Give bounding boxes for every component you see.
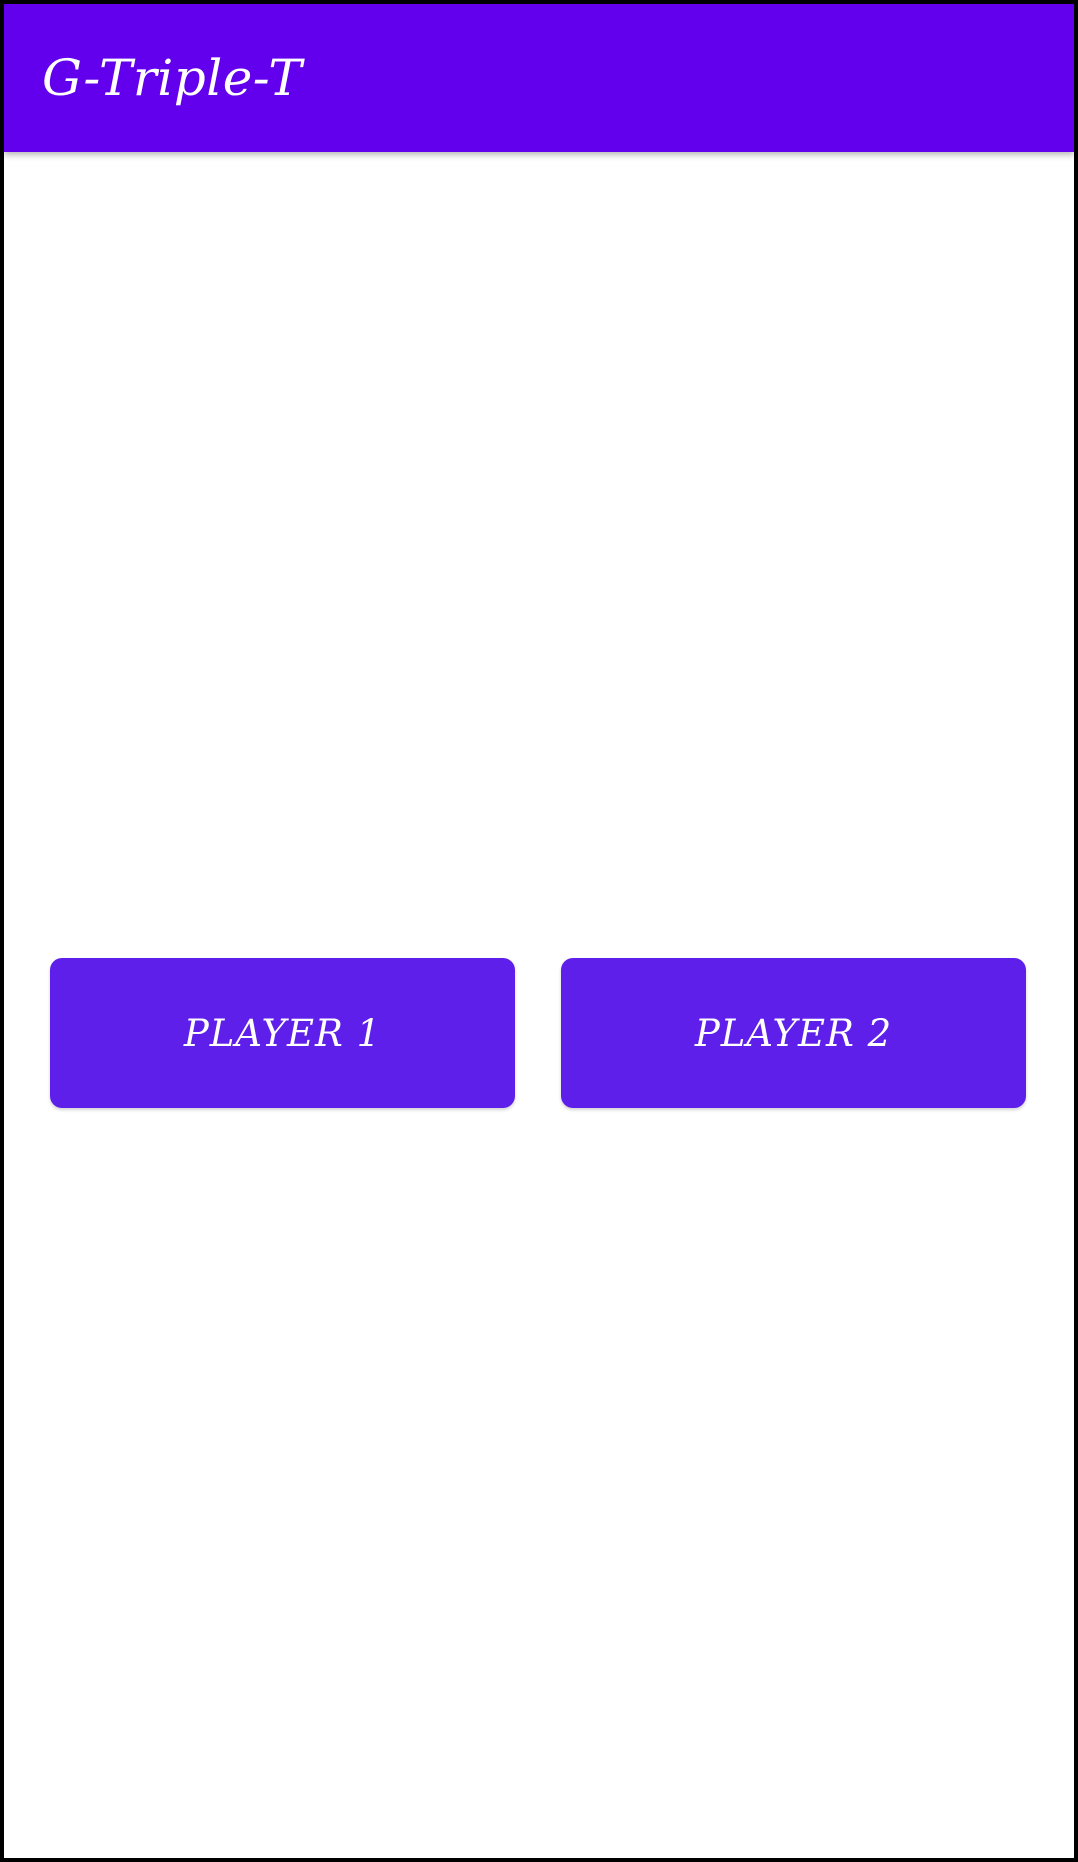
app-bar: G-Triple-T: [4, 4, 1074, 152]
player-1-label: PLAYER 1: [183, 1011, 382, 1055]
app-title: G-Triple-T: [42, 49, 303, 107]
player-2-button[interactable]: PLAYER 2: [561, 958, 1026, 1108]
player-1-button[interactable]: PLAYER 1: [50, 958, 515, 1108]
player-2-label: PLAYER 2: [694, 1011, 893, 1055]
app-screen: G-Triple-T PLAYER 1 PLAYER 2: [0, 0, 1078, 1862]
